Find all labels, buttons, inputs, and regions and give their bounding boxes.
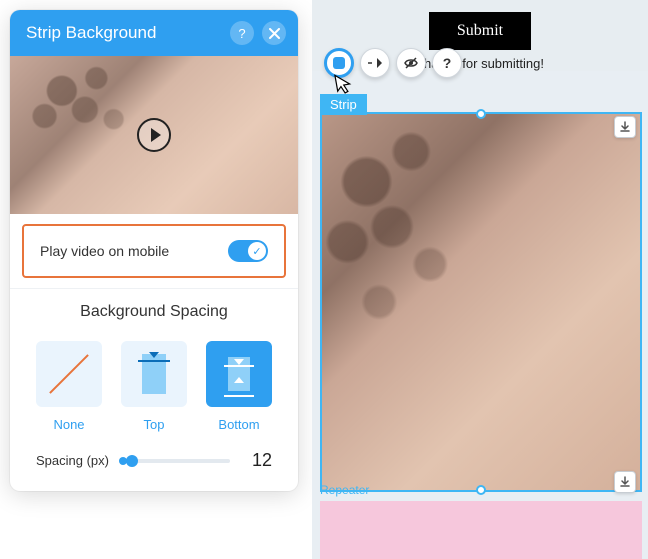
- hide-element-button[interactable]: [396, 48, 426, 78]
- repeater-tag[interactable]: Repeater: [320, 483, 369, 497]
- strip-background-panel: Strip Background ? Play video on mobile …: [10, 10, 298, 491]
- editor-canvas: Submit Thanks for submitting! ? Strip Re…: [312, 0, 648, 559]
- spacing-option-label: None: [53, 417, 84, 432]
- element-help-button[interactable]: ?: [432, 48, 462, 78]
- repeater-element[interactable]: [320, 501, 642, 559]
- background-spacing-title: Background Spacing: [10, 288, 298, 331]
- play-video-mobile-toggle[interactable]: [228, 240, 268, 262]
- video-preview[interactable]: [10, 56, 298, 214]
- help-button[interactable]: ?: [230, 21, 254, 45]
- submit-button[interactable]: Submit: [429, 12, 531, 50]
- spacing-value: 12: [244, 450, 272, 471]
- spacing-label: Spacing (px): [36, 453, 109, 468]
- resize-handle-top[interactable]: [476, 109, 486, 119]
- spacing-option-bottom[interactable]: Bottom: [206, 341, 272, 432]
- spacing-option-label: Top: [144, 417, 165, 432]
- play-video-mobile-row: Play video on mobile: [22, 224, 286, 278]
- close-button[interactable]: [262, 21, 286, 45]
- spacing-slider[interactable]: [123, 451, 230, 471]
- toggle-label: Play video on mobile: [40, 243, 169, 259]
- spacing-row: Spacing (px) 12: [10, 432, 298, 491]
- resize-handle-bottom[interactable]: [476, 485, 486, 495]
- panel-title: Strip Background: [26, 23, 156, 43]
- spacing-options: None Top Bottom: [10, 331, 298, 432]
- animations-button[interactable]: [360, 48, 390, 78]
- download-button-top[interactable]: [614, 116, 636, 138]
- spacing-option-label: Bottom: [218, 417, 259, 432]
- spacing-option-none[interactable]: None: [36, 341, 102, 432]
- spacing-option-top[interactable]: Top: [121, 341, 187, 432]
- panel-header: Strip Background ?: [10, 10, 298, 56]
- play-icon[interactable]: [137, 118, 171, 152]
- download-button-bottom[interactable]: [614, 471, 636, 493]
- strip-element[interactable]: [320, 112, 642, 492]
